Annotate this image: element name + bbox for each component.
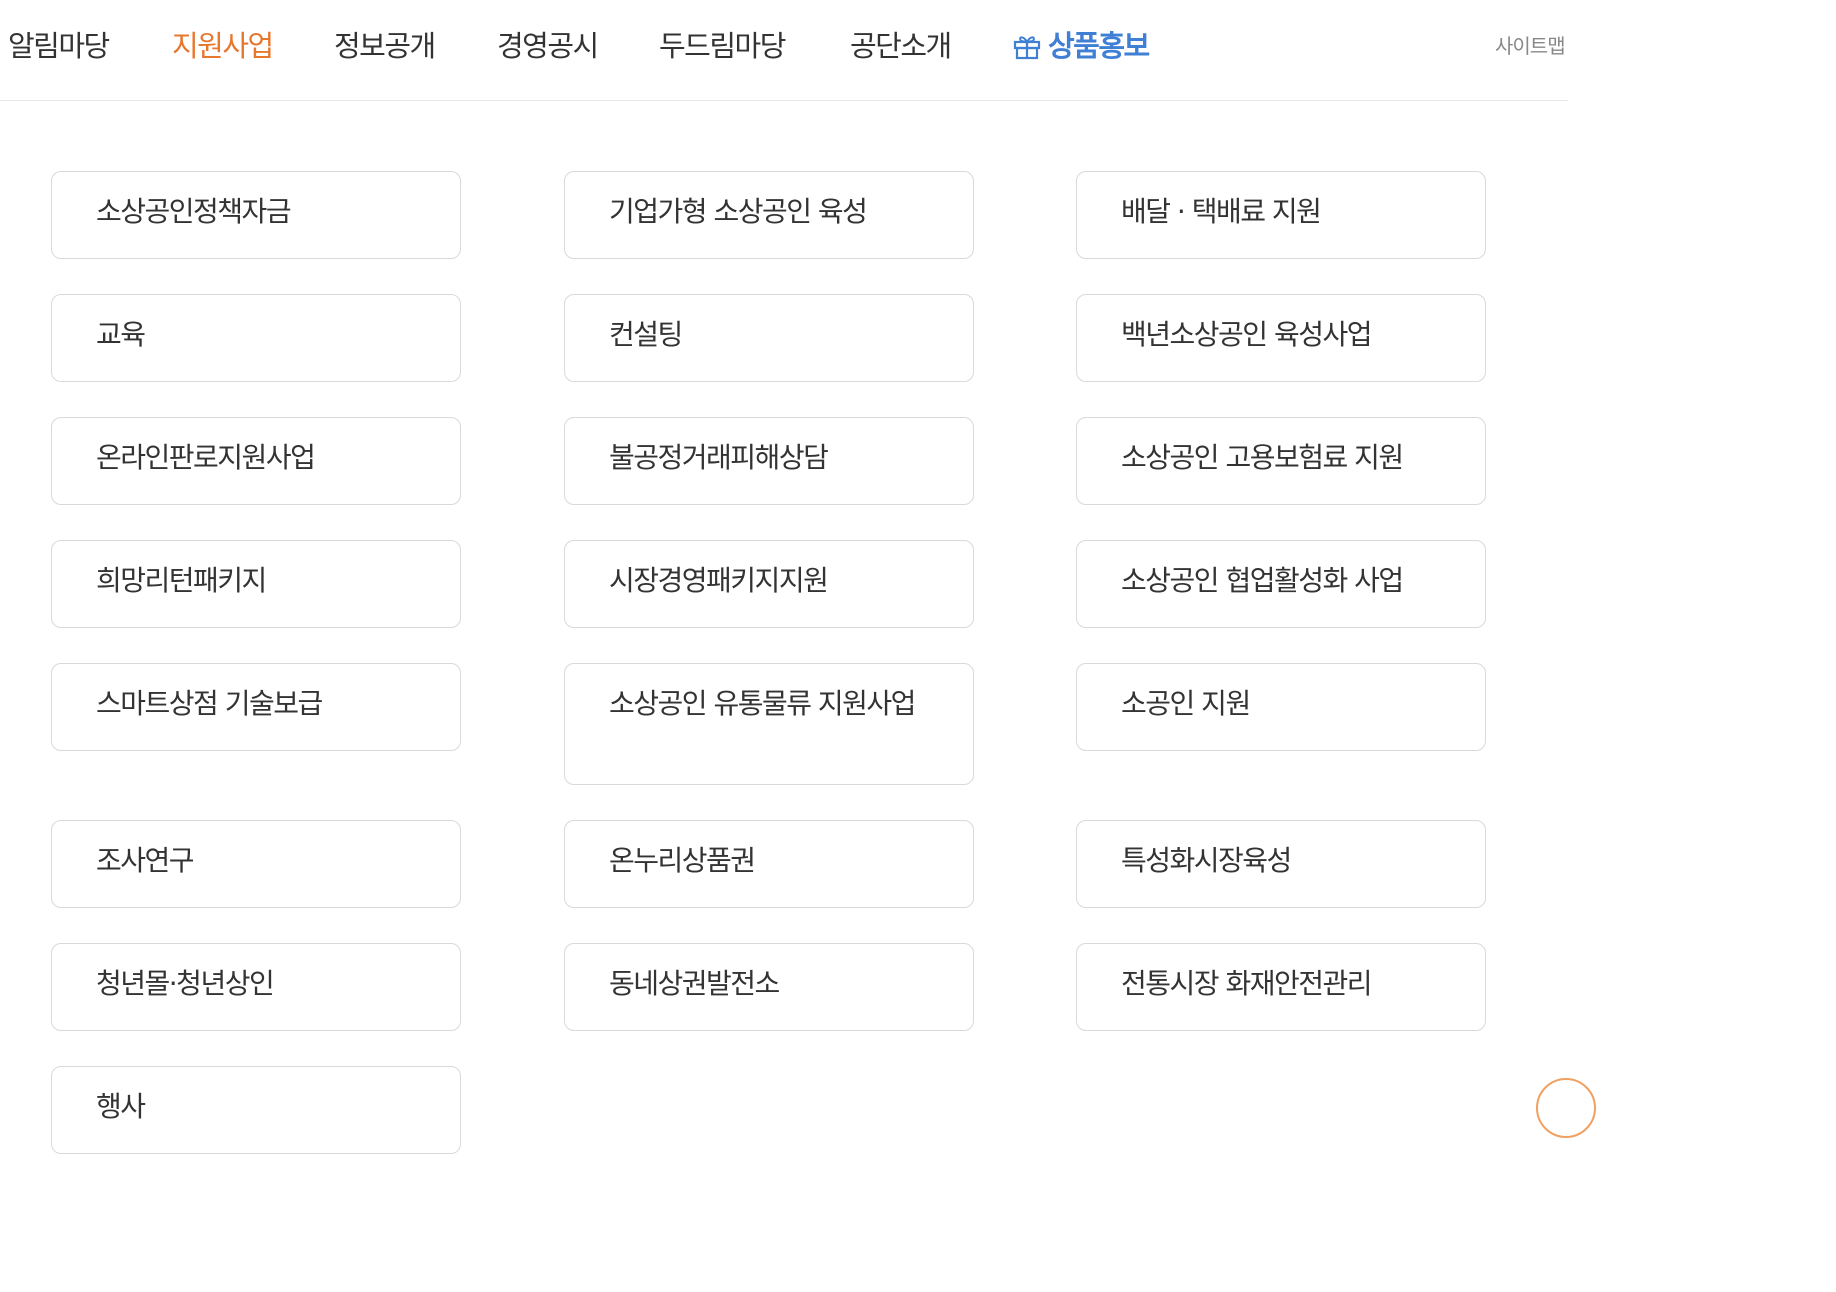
nav-item-management-disclosure[interactable]: 경영공시 [497, 26, 599, 66]
menu-onnuri-voucher[interactable]: 온누리상품권 [564, 820, 974, 908]
nav-item-product-promo[interactable]: 상품홍보 [1012, 26, 1150, 66]
nav-item-info-disclosure[interactable]: 정보공개 [334, 26, 436, 66]
menu-neighborhood-commerce[interactable]: 동네상권발전소 [564, 943, 974, 1031]
menu-distribution-logistics[interactable]: 소상공인 유통물류 지원사업 [564, 663, 974, 785]
menu-market-management[interactable]: 시장경영패키지지원 [564, 540, 974, 628]
menu-specialized-market[interactable]: 특성화시장육성 [1076, 820, 1486, 908]
menu-cooperation[interactable]: 소상공인 협업활성화 사업 [1076, 540, 1486, 628]
nav-item-notice[interactable]: 알림마당 [8, 26, 110, 66]
menu-hope-return[interactable]: 희망리턴패키지 [51, 540, 461, 628]
menu-online-sales[interactable]: 온라인판로지원사업 [51, 417, 461, 505]
menu-small-manufacturer[interactable]: 소공인 지원 [1076, 663, 1486, 751]
nav-item-about[interactable]: 공단소개 [850, 26, 952, 66]
sitemap-link[interactable]: 사이트맵 [1495, 33, 1566, 59]
menu-education[interactable]: 교육 [51, 294, 461, 382]
menu-delivery-fee-support[interactable]: 배달 · 택배료 지원 [1076, 171, 1486, 259]
product-promo-label: 상품홍보 [1048, 29, 1150, 63]
nav-item-dodream[interactable]: 두드림마당 [659, 26, 786, 66]
menu-unfair-trade[interactable]: 불공정거래피해상담 [564, 417, 974, 505]
menu-consulting[interactable]: 컨설팅 [564, 294, 974, 382]
menu-fire-safety[interactable]: 전통시장 화재안전관리 [1076, 943, 1486, 1031]
menu-smart-store[interactable]: 스마트상점 기술보급 [51, 663, 461, 751]
nav-item-support-projects[interactable]: 지원사업 [172, 26, 274, 66]
floating-chat-button[interactable] [1536, 1078, 1596, 1138]
menu-youth-mall[interactable]: 청년몰·청년상인 [51, 943, 461, 1031]
menu-events[interactable]: 행사 [51, 1066, 461, 1154]
menu-entrepreneurial-smb[interactable]: 기업가형 소상공인 육성 [564, 171, 974, 259]
menu-centennial-smb[interactable]: 백년소상공인 육성사업 [1076, 294, 1486, 382]
gift-icon [1013, 36, 1041, 60]
menu-policy-fund[interactable]: 소상공인정책자금 [51, 171, 461, 259]
menu-employment-insurance[interactable]: 소상공인 고용보험료 지원 [1076, 417, 1486, 505]
global-nav: 알림마당 지원사업 정보공개 경영공시 두드림마당 공단소개 상품홍보 사이트맵 [0, 0, 1568, 101]
menu-research[interactable]: 조사연구 [51, 820, 461, 908]
